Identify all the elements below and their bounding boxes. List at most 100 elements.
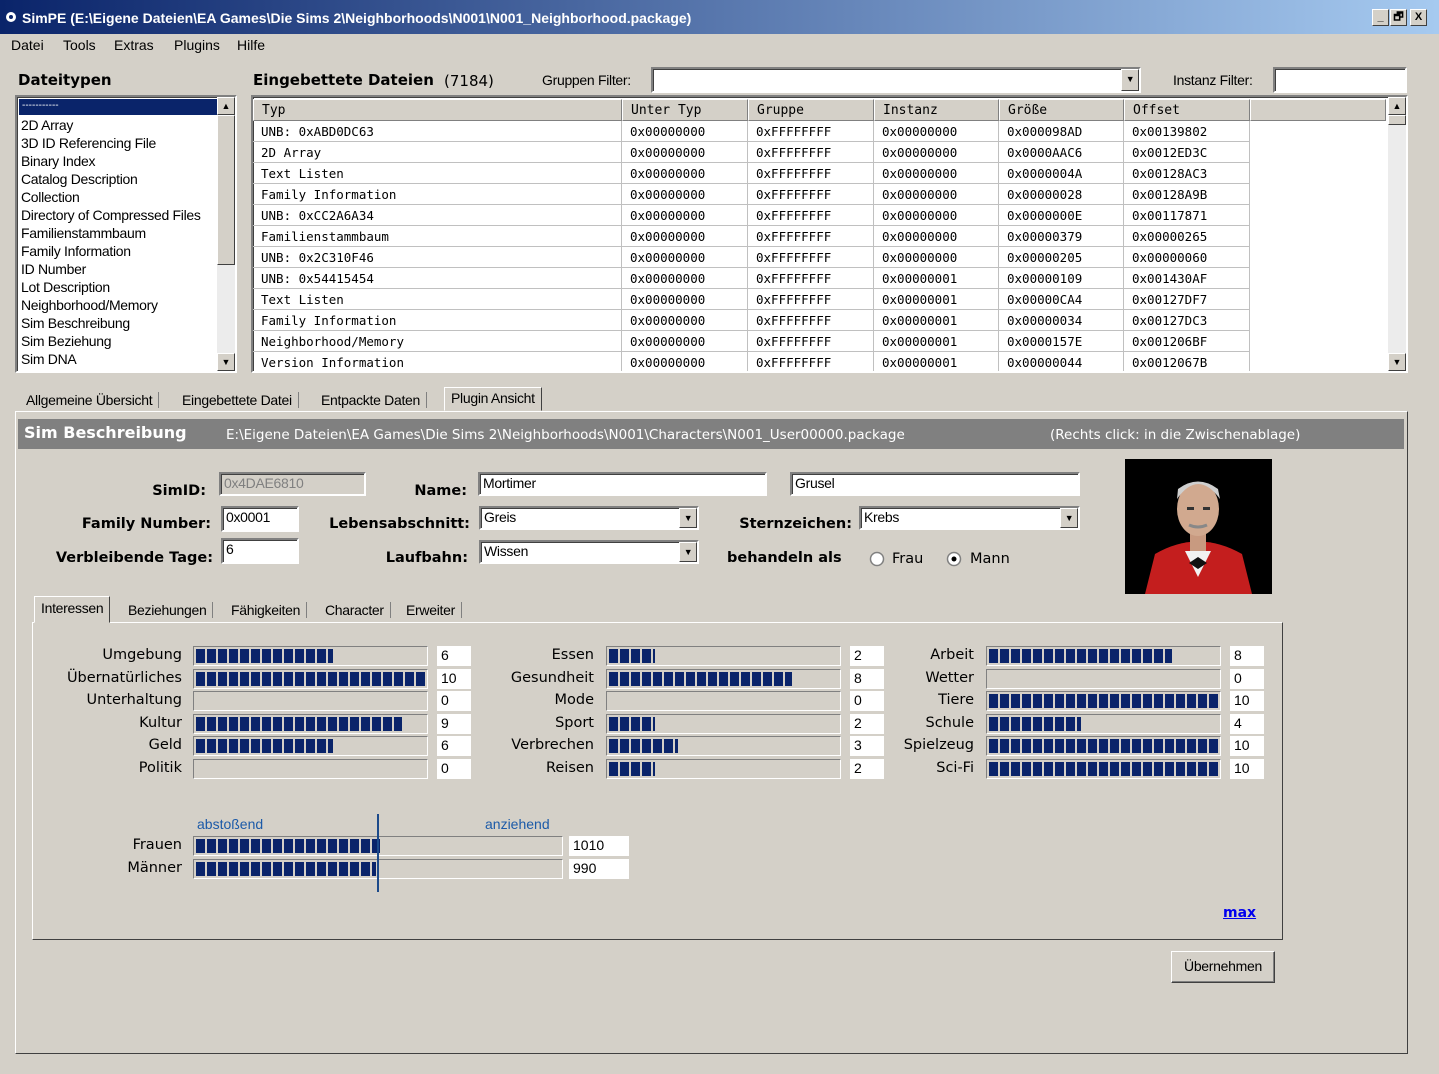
filetype-item[interactable]: Sim Beziehung — [21, 333, 112, 349]
cell-offset[interactable]: 0x00000060 — [1124, 247, 1250, 268]
interest-value[interactable]: 9 — [437, 713, 471, 734]
cell-size[interactable]: 0x00000CA4 — [999, 289, 1124, 310]
tab-plugin-view[interactable]: Plugin Ansicht — [444, 387, 542, 411]
scroll-up-icon[interactable]: ▲ — [1388, 97, 1406, 115]
interest-value[interactable]: 2 — [850, 713, 884, 734]
column-header-typ[interactable]: Typ — [253, 99, 622, 121]
cell-type[interactable]: UNB: 0xCC2A6A34 — [253, 205, 622, 226]
career-combo[interactable]: Wissen ▼ — [479, 540, 699, 564]
interest-value[interactable]: 10 — [1230, 736, 1264, 756]
cell-instance[interactable]: 0x00000000 — [874, 142, 999, 163]
interest-value[interactable]: 8 — [1230, 646, 1264, 666]
first-name-field[interactable]: Mortimer — [478, 472, 767, 496]
cell-instance[interactable]: 0x00000001 — [874, 310, 999, 331]
cell-group[interactable]: 0xFFFFFFFF — [748, 142, 874, 163]
cell-type[interactable]: 2D Array — [253, 142, 622, 163]
column-header-group[interactable]: Gruppe — [748, 99, 874, 121]
interest-bar[interactable] — [193, 668, 428, 689]
interest-value[interactable]: 0 — [437, 691, 471, 711]
cell-size[interactable]: 0x00000205 — [999, 247, 1124, 268]
cell-type[interactable]: Familienstammbaum — [253, 226, 622, 247]
close-button[interactable]: X — [1410, 9, 1427, 26]
scroll-down-icon[interactable]: ▼ — [1388, 353, 1406, 371]
interest-bar[interactable] — [606, 691, 841, 711]
instance-filter-input[interactable] — [1273, 67, 1407, 93]
interest-value[interactable]: 0 — [1230, 668, 1264, 689]
chevron-down-icon[interactable]: ▼ — [679, 508, 697, 528]
subtab-extended[interactable]: Erweiter — [406, 602, 462, 618]
cell-instance[interactable]: 0x00000000 — [874, 184, 999, 205]
interest-bar[interactable] — [986, 736, 1221, 756]
menu-datei[interactable]: Datei — [11, 37, 44, 53]
cell-type[interactable]: UNB: 0x54415454 — [253, 268, 622, 289]
cell-subtype[interactable]: 0x00000000 — [622, 142, 748, 163]
column-header-subtype[interactable]: Unter Typ — [622, 99, 748, 121]
cell-offset[interactable]: 0x00127DC3 — [1124, 310, 1250, 331]
radio-male[interactable] — [946, 551, 962, 567]
interest-value[interactable]: 2 — [850, 758, 884, 779]
interest-bar[interactable] — [986, 646, 1221, 666]
menu-extras[interactable]: Extras — [114, 37, 154, 53]
tab-overview[interactable]: Allgemeine Übersicht — [26, 392, 160, 408]
cell-group[interactable]: 0xFFFFFFFF — [748, 310, 874, 331]
interest-bar[interactable] — [606, 736, 841, 756]
interest-value[interactable]: 10 — [437, 668, 471, 689]
interest-bar[interactable] — [193, 736, 428, 756]
cell-group[interactable]: 0xFFFFFFFF — [748, 205, 874, 226]
cell-subtype[interactable]: 0x00000000 — [622, 205, 748, 226]
cell-offset[interactable]: 0x00128AC3 — [1124, 163, 1250, 184]
interest-value[interactable]: 6 — [437, 736, 471, 756]
tab-unpacked-data[interactable]: Entpackte Daten — [321, 392, 428, 408]
column-header-size[interactable]: Größe — [999, 99, 1124, 121]
interest-value[interactable]: 8 — [850, 668, 884, 689]
cell-offset[interactable]: 0x00127DF7 — [1124, 289, 1250, 310]
cell-group[interactable]: 0xFFFFFFFF — [748, 268, 874, 289]
cell-type[interactable]: Text Listen — [253, 163, 622, 184]
filetype-item[interactable]: Catalog Description — [21, 171, 138, 187]
cell-instance[interactable]: 0x00000000 — [874, 226, 999, 247]
cell-type[interactable]: Text Listen — [253, 289, 622, 310]
interest-value[interactable]: 0 — [437, 758, 471, 779]
filetype-item[interactable]: Directory of Compressed Files — [21, 207, 201, 223]
cell-type[interactable]: Neighborhood/Memory — [253, 331, 622, 352]
attraction-value[interactable]: 990 — [569, 859, 629, 879]
subtab-interests[interactable]: Interessen — [34, 596, 111, 623]
interest-bar[interactable] — [606, 758, 841, 779]
column-header-instance[interactable]: Instanz — [874, 99, 999, 121]
interest-value[interactable]: 6 — [437, 646, 471, 666]
interest-bar[interactable] — [986, 758, 1221, 779]
cell-group[interactable]: 0xFFFFFFFF — [748, 352, 874, 371]
filetype-item[interactable]: Neighborhood/Memory — [21, 297, 158, 313]
filetype-item[interactable]: 2D Array — [21, 117, 73, 133]
zodiac-combo[interactable]: Krebs ▼ — [859, 506, 1080, 530]
menu-tools[interactable]: Tools — [63, 37, 96, 53]
cell-offset[interactable]: 0x001430AF — [1124, 268, 1250, 289]
family-number-field[interactable]: 0x0001 — [221, 506, 299, 532]
cell-group[interactable]: 0xFFFFFFFF — [748, 226, 874, 247]
apply-button[interactable]: Übernehmen — [1171, 951, 1275, 983]
cell-instance[interactable]: 0x00000000 — [874, 121, 999, 142]
cell-group[interactable]: 0xFFFFFFFF — [748, 247, 874, 268]
cell-size[interactable]: 0x00000379 — [999, 226, 1124, 247]
cell-type[interactable]: Family Information — [253, 310, 622, 331]
cell-size[interactable]: 0x000098AD — [999, 121, 1124, 142]
cell-size[interactable]: 0x00000044 — [999, 352, 1124, 371]
filetype-item[interactable]: Collection — [21, 189, 80, 205]
cell-offset[interactable]: 0x00117871 — [1124, 205, 1250, 226]
cell-type[interactable]: Version Information — [253, 352, 622, 371]
cell-type[interactable]: UNB: 0xABD0DC63 — [253, 121, 622, 142]
last-name-field[interactable]: Grusel — [790, 472, 1080, 496]
cell-offset[interactable]: 0x0012067B — [1124, 352, 1250, 371]
interest-bar[interactable] — [986, 713, 1221, 734]
interest-value[interactable]: 10 — [1230, 758, 1264, 779]
cell-group[interactable]: 0xFFFFFFFF — [748, 163, 874, 184]
interest-value[interactable]: 2 — [850, 646, 884, 666]
cell-type[interactable]: Family Information — [253, 184, 622, 205]
male-label[interactable]: Mann — [970, 551, 1010, 567]
subtab-character[interactable]: Character — [325, 602, 391, 618]
interest-bar[interactable] — [606, 646, 841, 666]
cell-size[interactable]: 0x00000028 — [999, 184, 1124, 205]
max-link[interactable]: max — [1223, 905, 1256, 921]
plugin-path[interactable]: E:\Eigene Dateien\EA Games\Die Sims 2\Ne… — [226, 427, 905, 443]
scroll-thumb[interactable] — [1388, 115, 1406, 125]
